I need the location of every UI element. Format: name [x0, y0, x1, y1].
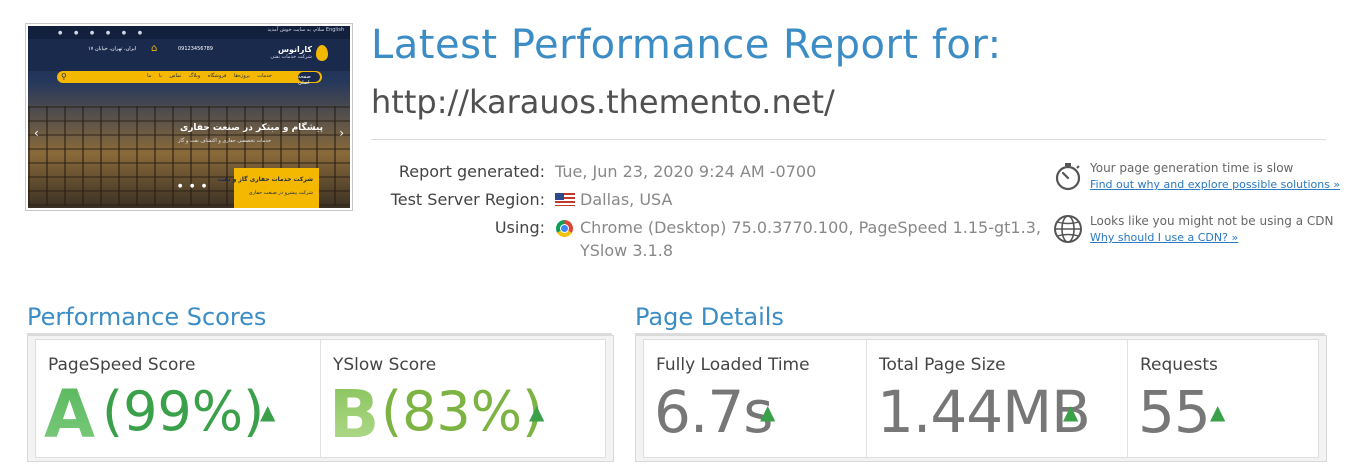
thumb-address: ایران، تهران، خیابان ۱۷ — [88, 46, 137, 52]
requests-up-arrow-icon: ▲ — [1210, 400, 1226, 424]
performance-scores-inner: PageSpeed Score A (99%) ▲ YSlow Score B … — [35, 339, 606, 458]
tip-cdn-text: Looks like you might not be using a CDN — [1090, 214, 1334, 228]
thumb-prev-arrow-icon: ‹ — [34, 126, 39, 140]
us-flag-icon — [555, 193, 575, 206]
requests-cell: Requests 55 ▲ — [1128, 340, 1318, 457]
thumb-logo-icon — [316, 45, 328, 61]
thumbnail-image: ● ● ● ● ● ● سلام، به سایت خوش آمدید Engl… — [28, 26, 350, 208]
chrome-icon — [556, 220, 573, 237]
header-divider — [371, 139, 1326, 140]
fully-loaded-cell: Fully Loaded Time 6.7s ▲ — [644, 340, 867, 457]
thumb-card-title: شرکت خدمات حفاری گاز و نفت — [217, 176, 313, 183]
thumb-logo-subtitle: شرکت خدمات نفتی — [270, 54, 312, 60]
report-generated-value: Tue, Jun 23, 2020 9:24 AM -0700 — [555, 162, 817, 181]
fully-loaded-label: Fully Loaded Time — [656, 355, 810, 375]
using-value-line1: Chrome (Desktop) 75.0.3770.100, PageSpee… — [580, 218, 1041, 237]
requests-label: Requests — [1140, 355, 1218, 375]
thumb-hero-line: خدمات تخصصی حفاری و اکتشاف نفت و گاز — [178, 138, 272, 144]
page-details-inner: Fully Loaded Time 6.7s ▲ Total Page Size… — [643, 339, 1319, 458]
region-value: Dallas, USA — [580, 190, 673, 209]
yslow-grade: B — [329, 376, 380, 453]
thumb-home-icon: ⌂ — [151, 43, 158, 54]
stopwatch-icon — [1055, 163, 1081, 191]
pagespeed-grade: A — [44, 376, 96, 453]
thumb-card-text: شرکت پیشرو در صنعت حفاری — [248, 190, 313, 196]
thumb-hero-title: پیشگام و مبتکر در صنعت حفاری — [180, 123, 323, 133]
thumb-phone: 09123456789 — [178, 46, 213, 52]
page-size-cell: Total Page Size 1.44MB ▲ — [867, 340, 1128, 457]
globe-icon — [1054, 215, 1082, 243]
thumb-nav-items: خدمات پروژه‌ها فروشگاه وبلاگ تماس با ما — [147, 73, 272, 79]
thumb-nav-active: صفحه اصلی — [298, 72, 320, 86]
page-details-panel: Fully Loaded Time 6.7s ▲ Total Page Size… — [635, 335, 1327, 462]
pagespeed-percent: (99%) — [102, 380, 265, 443]
yslow-percent: (83%) — [381, 380, 544, 443]
yslow-score-cell: YSlow Score B (83%) ▲ — [321, 340, 605, 457]
report-title: Latest Performance Report for: — [371, 22, 1002, 68]
report-url: http://karauos.themento.net/ — [371, 83, 835, 121]
page-size-value: 1.44MB — [877, 378, 1091, 446]
page-size-up-arrow-icon: ▲ — [1063, 400, 1079, 424]
yslow-score-label: YSlow Score — [333, 355, 437, 375]
tip-cdn-link[interactable]: Why should I use a CDN? » — [1090, 231, 1238, 244]
report-generated-label: Report generated: — [398, 162, 545, 181]
page-details-title: Page Details — [635, 303, 784, 331]
site-screenshot-thumbnail: ● ● ● ● ● ● سلام، به سایت خوش آمدید Engl… — [25, 23, 353, 211]
thumb-topbar-text: سلام، به سایت خوش آمدید English — [267, 27, 344, 33]
thumb-topbar: ● ● ● ● ● ● سلام، به سایت خوش آمدید Engl… — [28, 26, 350, 39]
pagespeed-score-label: PageSpeed Score — [48, 355, 196, 375]
tip-generation-time-text: Your page generation time is slow — [1090, 161, 1294, 175]
performance-scores-title: Performance Scores — [27, 303, 267, 331]
pagespeed-up-arrow-icon: ▲ — [260, 400, 276, 424]
thumb-yellow-card: شرکت خدمات حفاری گاز و نفت شرکت پیشرو در… — [218, 168, 319, 208]
requests-value: 55 — [1138, 378, 1211, 446]
tip-generation-time-link[interactable]: Find out why and explore possible soluti… — [1090, 178, 1340, 191]
thumb-next-arrow-icon: › — [339, 126, 344, 140]
page-size-label: Total Page Size — [879, 355, 1006, 375]
performance-scores-panel: PageSpeed Score A (99%) ▲ YSlow Score B … — [27, 335, 614, 462]
yslow-up-arrow-icon: ▲ — [529, 400, 545, 424]
fully-loaded-up-arrow-icon: ▲ — [760, 400, 776, 424]
thumb-social-icons: ● ● ● ● ● ● — [58, 30, 148, 36]
using-label: Using: — [494, 218, 545, 237]
fully-loaded-value: 6.7s — [654, 378, 773, 446]
thumb-search-icon: ⚲ — [61, 72, 67, 81]
thumb-logo-title: کارانوس — [277, 45, 312, 54]
thumb-slider-dots: ● ● ● — [178, 183, 210, 189]
region-label: Test Server Region: — [390, 190, 545, 209]
pagespeed-score-cell: PageSpeed Score A (99%) ▲ — [36, 340, 321, 457]
thumb-nav-active-label: صفحه اصلی — [298, 74, 311, 86]
thumb-nav: صفحه اصلی خدمات پروژه‌ها فروشگاه وبلاگ ت… — [57, 71, 322, 86]
using-value-line2: YSlow 3.1.8 — [580, 241, 674, 260]
